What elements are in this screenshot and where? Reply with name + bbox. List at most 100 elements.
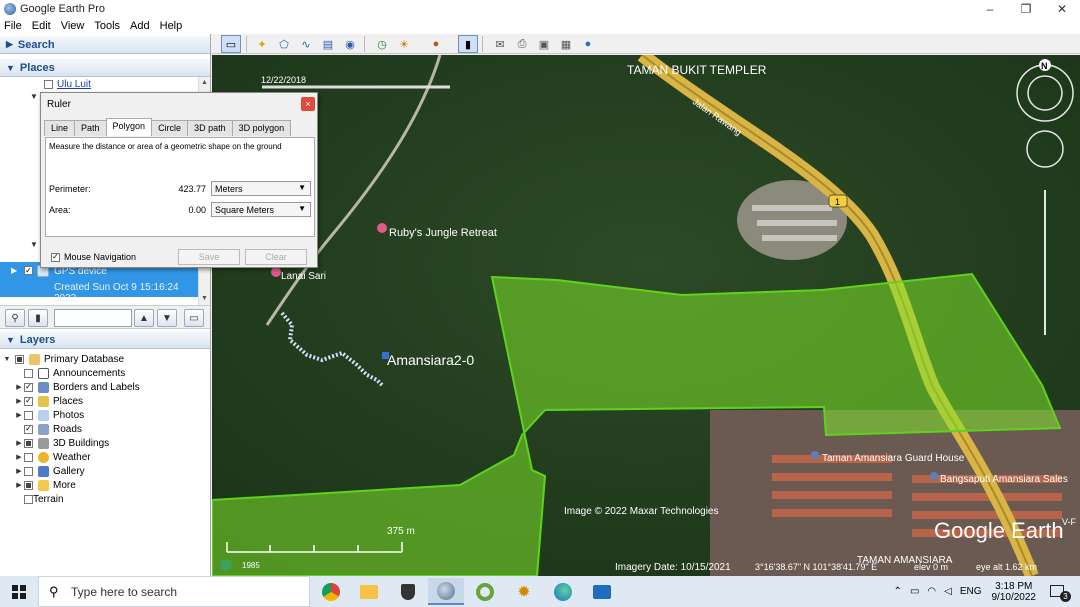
- pin-icon[interactable]: [930, 472, 938, 480]
- expand-icon[interactable]: ▶: [14, 397, 24, 405]
- expand-icon[interactable]: ▶: [14, 481, 24, 489]
- restore-button[interactable]: ❐: [1008, 0, 1044, 18]
- ruler-close-button[interactable]: ×: [301, 97, 315, 111]
- expand-icon[interactable]: ▶: [11, 266, 17, 275]
- tab-3d-polygon[interactable]: 3D polygon: [231, 120, 292, 136]
- close-button[interactable]: ✕: [1044, 0, 1080, 18]
- expand-icon[interactable]: ▶: [14, 411, 24, 419]
- save-image-icon[interactable]: ▣: [534, 35, 554, 53]
- pin-icon[interactable]: [811, 451, 819, 459]
- checkbox[interactable]: ✓: [24, 266, 33, 275]
- layer-terrain[interactable]: Terrain: [14, 492, 64, 506]
- minimize-button[interactable]: –: [972, 0, 1008, 18]
- taskbar-search-input[interactable]: ⚲ Type here to search: [38, 576, 310, 607]
- layer-places[interactable]: ▶ ✓ Places: [14, 394, 83, 408]
- path-icon[interactable]: ∿: [296, 35, 316, 53]
- email-icon[interactable]: ✉: [490, 35, 510, 53]
- map-view-icon[interactable]: ▦: [556, 35, 576, 53]
- layer-primary-database[interactable]: ▼ Primary Database: [2, 352, 124, 366]
- clear-button[interactable]: Clear: [245, 249, 307, 265]
- sun-app-icon[interactable]: ✹: [506, 578, 542, 605]
- ruler-icon[interactable]: ▮: [458, 35, 478, 53]
- tab-3d-path[interactable]: 3D path: [187, 120, 233, 136]
- tab-line[interactable]: Line: [44, 120, 76, 136]
- expand-icon[interactable]: ▶: [14, 453, 24, 461]
- earth-gallery-icon[interactable]: ●: [578, 35, 598, 53]
- tab-path[interactable]: Path: [74, 120, 107, 136]
- print-icon[interactable]: ⎙: [512, 35, 532, 53]
- map-view[interactable]: N 1 12/22/2018 TAMAN BUKIT TEMPLER Jalan…: [212, 55, 1080, 576]
- tab-circle[interactable]: Circle: [151, 120, 189, 136]
- tree-expander-icon[interactable]: ▼: [30, 92, 38, 101]
- notification-button[interactable]: 3: [1046, 582, 1072, 602]
- clock[interactable]: 3:18 PM 9/10/2022: [992, 581, 1037, 603]
- sidebar-toggle-icon[interactable]: ▮: [28, 309, 48, 327]
- polygon-icon[interactable]: ⬠: [274, 35, 294, 53]
- layer-more[interactable]: ▶ More: [14, 478, 76, 492]
- security-icon[interactable]: [390, 578, 426, 605]
- places-search-input[interactable]: [54, 309, 132, 327]
- language-indicator[interactable]: ENG: [960, 586, 982, 597]
- checkbox[interactable]: [24, 480, 33, 490]
- expand-icon[interactable]: ▶: [14, 467, 24, 475]
- perimeter-unit-select[interactable]: Meters ▼: [211, 181, 311, 196]
- google-earth-icon[interactable]: [428, 578, 464, 605]
- historical-imagery-icon[interactable]: ◷: [372, 35, 392, 53]
- layer-roads[interactable]: ✓ Roads: [14, 422, 82, 436]
- volume-icon[interactable]: ◁: [944, 586, 952, 597]
- menu-add[interactable]: Add: [130, 20, 150, 32]
- search-panel-header[interactable]: ▶ Search: [0, 36, 210, 54]
- image-overlay-icon[interactable]: ▤: [318, 35, 338, 53]
- satellite-imagery[interactable]: N 1 12/22/2018 TAMAN BUKIT TEMPLER Jalan…: [212, 55, 1080, 576]
- checkbox[interactable]: [24, 452, 33, 462]
- area-unit-select[interactable]: Square Meters ▼: [211, 202, 311, 217]
- file-explorer-icon[interactable]: [351, 578, 387, 605]
- scroll-down-icon[interactable]: ▼: [201, 295, 208, 302]
- battery-icon[interactable]: ▭: [910, 586, 919, 597]
- collapse-icon[interactable]: ▼: [2, 356, 12, 363]
- layer-announcements[interactable]: Announcements: [14, 366, 125, 380]
- checkbox[interactable]: [24, 438, 33, 448]
- expand-icon[interactable]: ▶: [14, 383, 24, 391]
- qgis-icon[interactable]: [467, 578, 503, 605]
- tour-icon[interactable]: ◉: [340, 35, 360, 53]
- place-item-ulu-luit[interactable]: Ulu Luit: [44, 79, 91, 90]
- folder-icon[interactable]: ▭: [184, 309, 204, 327]
- edge-icon[interactable]: [545, 578, 581, 605]
- photos-icon[interactable]: [584, 578, 620, 605]
- expand-icon[interactable]: ▶: [14, 439, 24, 447]
- checkbox[interactable]: ✓: [51, 252, 60, 262]
- pin-icon[interactable]: [271, 267, 281, 277]
- checkbox[interactable]: ✓: [24, 424, 33, 434]
- historical-clock-icon[interactable]: [220, 559, 232, 571]
- layer-gallery[interactable]: ▶ Gallery: [14, 464, 85, 478]
- chrome-icon[interactable]: [313, 578, 349, 605]
- search-icon[interactable]: ⚲: [5, 309, 25, 327]
- move-up-icon[interactable]: ▲: [134, 309, 154, 327]
- windows-start-button[interactable]: [0, 576, 38, 607]
- tab-polygon[interactable]: Polygon: [105, 118, 153, 136]
- places-panel-header[interactable]: ▼ Places: [0, 59, 210, 77]
- checkbox[interactable]: [24, 410, 33, 420]
- checkbox[interactable]: [24, 368, 33, 378]
- menu-tools[interactable]: Tools: [94, 20, 120, 32]
- menu-file[interactable]: File: [4, 20, 22, 32]
- checkbox[interactable]: ✓: [24, 396, 33, 406]
- placemark-icon[interactable]: ✦: [252, 35, 272, 53]
- mouse-navigation-toggle[interactable]: ✓ Mouse Navigation: [51, 252, 136, 262]
- sidebar-toggle-icon[interactable]: ▭: [221, 35, 241, 53]
- save-button[interactable]: Save: [178, 249, 240, 265]
- chevron-up-icon[interactable]: ⌃: [894, 586, 902, 597]
- layer-weather[interactable]: ▶ Weather: [14, 450, 91, 464]
- layers-panel-header[interactable]: ▼ Layers: [0, 331, 210, 349]
- menu-view[interactable]: View: [61, 20, 85, 32]
- pin-icon[interactable]: [377, 223, 387, 233]
- wifi-icon[interactable]: ◠: [927, 586, 936, 597]
- scroll-up-icon[interactable]: ▲: [201, 79, 208, 86]
- layer-borders-labels[interactable]: ▶ ✓ Borders and Labels: [14, 380, 140, 394]
- layer-3d-buildings[interactable]: ▶ 3D Buildings: [14, 436, 109, 450]
- move-down-icon[interactable]: ▼: [157, 309, 177, 327]
- layer-photos[interactable]: ▶ Photos: [14, 408, 84, 422]
- menu-edit[interactable]: Edit: [32, 20, 51, 32]
- checkbox[interactable]: [24, 494, 33, 504]
